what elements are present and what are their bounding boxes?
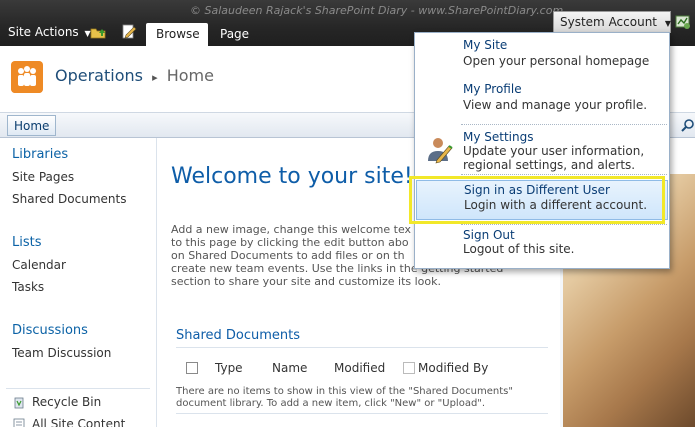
user-settings-icon xyxy=(428,138,453,164)
column-separator-checkbox xyxy=(403,362,415,374)
breadcrumb: Operations ▸ Home xyxy=(55,66,214,85)
all-site-content-icon xyxy=(13,418,25,427)
ql-item-site-pages[interactable]: Site Pages xyxy=(12,170,74,184)
ql-item-all-site-content[interactable]: All Site Content xyxy=(32,417,125,427)
site-title-link[interactable]: Operations xyxy=(55,66,143,85)
user-account-dropdown-menu: My Site Open your personal homepage My P… xyxy=(414,32,670,269)
tab-browse[interactable]: Browse xyxy=(146,23,208,46)
menu-separator xyxy=(461,174,667,175)
column-header-name[interactable]: Name xyxy=(272,361,307,375)
ql-item-calendar[interactable]: Calendar xyxy=(12,258,66,272)
ql-divider xyxy=(6,388,150,389)
menu-item-description: Logout of this site. xyxy=(463,242,575,256)
menu-item-description: Update your user information, xyxy=(463,144,645,158)
shared-documents-title[interactable]: Shared Documents xyxy=(176,328,300,343)
menu-item-description: Open your personal homepage xyxy=(463,54,650,68)
intro-line: section to share your site and customize… xyxy=(171,275,442,288)
tab-browse-label: Browse xyxy=(156,27,200,41)
site-logo-icon[interactable] xyxy=(11,61,43,93)
select-all-checkbox[interactable] xyxy=(186,362,198,374)
empty-library-message: There are no items to show in this view … xyxy=(176,386,548,410)
divider xyxy=(176,347,548,348)
menu-item-description: regional settings, and alerts. xyxy=(463,158,636,172)
menu-item-sign-out[interactable]: Sign Out Logout of this site. xyxy=(415,227,669,263)
empty-message-line: There are no items to show in this view … xyxy=(176,386,513,397)
menu-separator xyxy=(461,124,667,125)
site-actions-label: Site Actions xyxy=(8,25,79,39)
navigate-up-icon[interactable] xyxy=(90,24,106,39)
user-account-label: System Account xyxy=(560,15,658,29)
ql-heading-lists[interactable]: Lists xyxy=(12,235,42,250)
watermark-text: © Salaudeen Rajack's SharePoint Diary - … xyxy=(190,4,564,17)
ql-item-team-discussion[interactable]: Team Discussion xyxy=(12,346,111,360)
ql-item-shared-documents[interactable]: Shared Documents xyxy=(12,192,126,206)
recycle-bin-icon xyxy=(14,397,24,409)
column-header-type[interactable]: Type xyxy=(215,361,243,375)
menu-separator xyxy=(461,224,667,225)
menu-item-title: Sign Out xyxy=(463,228,515,242)
menu-item-description: View and manage your profile. xyxy=(463,98,648,112)
tab-page-label: Page xyxy=(220,27,250,41)
site-actions-menu[interactable]: Site Actions ▼ xyxy=(8,25,91,39)
top-nav-home-label: Home xyxy=(14,119,50,133)
menu-item-my-profile[interactable]: My Profile View and manage your profile. xyxy=(415,81,669,123)
menu-item-my-site[interactable]: My Site Open your personal homepage xyxy=(415,37,669,79)
menu-item-title: My Profile xyxy=(463,82,522,96)
ql-heading-libraries[interactable]: Libraries xyxy=(12,147,68,162)
developer-dashboard-icon[interactable] xyxy=(675,14,691,30)
ql-item-tasks[interactable]: Tasks xyxy=(12,280,44,294)
search-icon[interactable] xyxy=(681,118,695,132)
edit-page-icon[interactable] xyxy=(121,24,137,39)
chevron-down-icon: ▼ xyxy=(664,19,671,28)
menu-item-title: My Settings xyxy=(463,130,534,144)
welcome-heading: Welcome to your site! xyxy=(171,164,413,189)
breadcrumb-separator: ▸ xyxy=(152,71,158,84)
tab-page[interactable]: Page xyxy=(210,23,256,46)
column-header-modified-by[interactable]: Modified By xyxy=(418,361,488,375)
top-nav-home[interactable]: Home xyxy=(7,115,57,136)
page-title: Home xyxy=(166,66,214,85)
divider xyxy=(176,413,548,414)
menu-item-title: My Site xyxy=(463,38,508,52)
ql-heading-discussions[interactable]: Discussions xyxy=(12,323,88,338)
ql-item-recycle-bin[interactable]: Recycle Bin xyxy=(32,395,101,409)
user-account-menu-button[interactable]: System Account ▼ xyxy=(553,11,671,33)
empty-message-line: document library. To add a new item, cli… xyxy=(176,398,486,409)
highlight-annotation-box xyxy=(409,176,665,224)
quick-launch: Libraries Site Pages Shared Documents Li… xyxy=(0,138,157,427)
menu-item-my-settings[interactable]: My Settings Update your user information… xyxy=(415,128,669,172)
column-header-modified[interactable]: Modified xyxy=(334,361,385,375)
